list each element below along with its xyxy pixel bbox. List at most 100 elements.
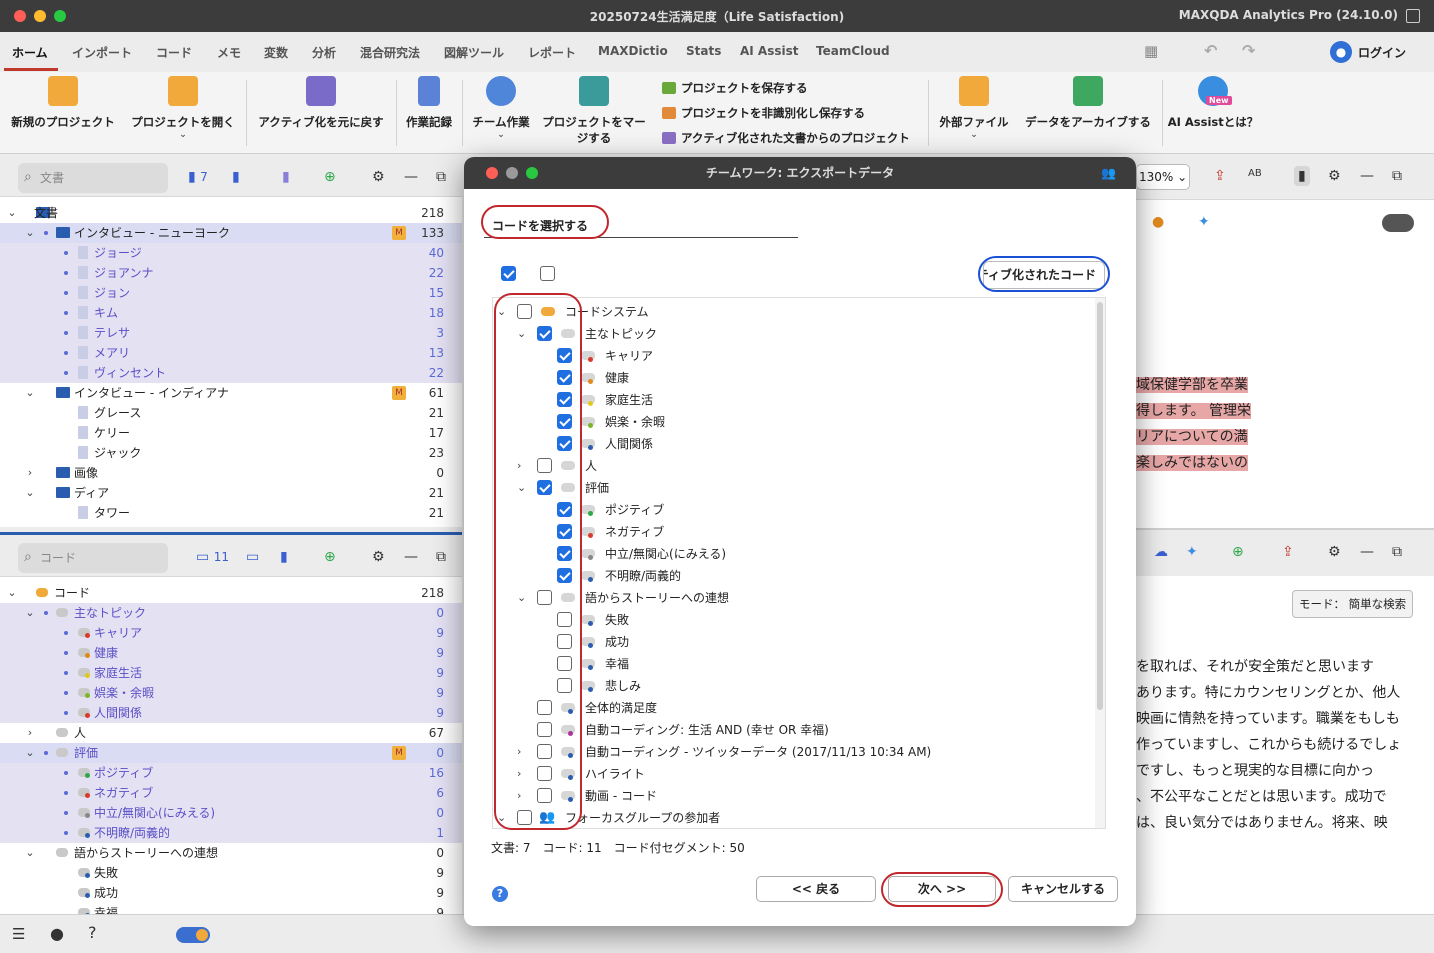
- activation-dot-icon[interactable]: [64, 291, 68, 295]
- code-select-row[interactable]: › ハイライト: [493, 763, 1093, 785]
- undo-icon[interactable]: ↶: [1204, 41, 1217, 60]
- uncheck-all-checkbox[interactable]: [540, 266, 555, 281]
- ai-assist-info-button[interactable]: New AI Assistとは？: [1166, 76, 1260, 130]
- popout-icon[interactable]: ⧉: [436, 169, 446, 185]
- document-tree-row[interactable]: ジャック 23: [0, 443, 462, 463]
- activation-dot-icon[interactable]: [64, 311, 68, 315]
- activation-dot-icon[interactable]: [64, 831, 68, 835]
- code-select-row[interactable]: ネガティブ: [493, 521, 1093, 543]
- code-select-row[interactable]: ポジティブ: [493, 499, 1093, 521]
- code-select-row[interactable]: 幸福: [493, 653, 1093, 675]
- document-search-input[interactable]: 文書: [18, 162, 168, 193]
- minimize-icon[interactable]: —: [1360, 544, 1374, 560]
- new-code-icon[interactable]: ▭: [246, 549, 259, 565]
- document-tree-row[interactable]: テレサ 3: [0, 323, 462, 343]
- chevron-right-icon[interactable]: ›: [24, 723, 36, 743]
- gear-icon[interactable]: ⚙: [372, 549, 385, 565]
- memo-badge[interactable]: M: [392, 226, 406, 240]
- code-tree-row[interactable]: 人間関係 9: [0, 703, 462, 723]
- save-anonymized-button[interactable]: プロジェクトを非識別化し保存する: [662, 105, 865, 121]
- tab-variables[interactable]: 変数: [264, 44, 288, 61]
- minimize-icon[interactable]: —: [1360, 168, 1374, 184]
- export-icon[interactable]: ⇪: [1214, 168, 1226, 184]
- new-project-button[interactable]: 新規のプロジェクト: [8, 76, 118, 130]
- chevron-down-icon[interactable]: ⌄: [24, 743, 36, 763]
- code-select-row[interactable]: 家庭生活: [493, 389, 1093, 411]
- tab-analysis[interactable]: 分析: [312, 44, 336, 61]
- archive-data-button[interactable]: データをアーカイブする: [1018, 76, 1158, 130]
- chevron-down-icon[interactable]: ⌄: [6, 583, 18, 603]
- export-icon[interactable]: ⇪: [1282, 544, 1294, 560]
- document-tree-row[interactable]: ジョン 15: [0, 283, 462, 303]
- code-tree-row[interactable]: ⌄ 評価 M 0: [0, 743, 462, 763]
- coded-text-line[interactable]: 楽しみではないの: [1136, 455, 1248, 471]
- help-icon[interactable]: ?: [88, 923, 97, 942]
- document-tree-row[interactable]: ケリー 17: [0, 423, 462, 443]
- layout-icon[interactable]: ▦: [1144, 42, 1158, 60]
- code-tree-row[interactable]: 娯楽・余暇 9: [0, 683, 462, 703]
- activation-dot-icon[interactable]: [64, 251, 68, 255]
- settings-sliders-icon[interactable]: ☰: [12, 925, 25, 943]
- code-select-row[interactable]: ⌄ 👥 フォーカスグループの参加者: [493, 807, 1093, 828]
- document-tree-row[interactable]: ジョアンナ 22: [0, 263, 462, 283]
- save-project-button[interactable]: プロジェクトを保存する: [662, 80, 808, 96]
- activation-dot-icon[interactable]: [64, 671, 68, 675]
- document-tree-row[interactable]: ジョージ 40: [0, 243, 462, 263]
- cloud-icon[interactable]: ☁: [1154, 544, 1168, 560]
- code-select-row[interactable]: › 動画 - コード: [493, 785, 1093, 807]
- document-tree-row[interactable]: ⌄ 文書 218: [0, 203, 462, 223]
- ai-icon[interactable]: ✦: [1198, 214, 1210, 230]
- chevron-down-icon[interactable]: ⌄: [24, 223, 36, 243]
- document-tree-row[interactable]: › 画像 0: [0, 463, 462, 483]
- tab-visual-tools[interactable]: 図解ツール: [444, 44, 504, 61]
- tab-reports[interactable]: レポート: [528, 44, 576, 61]
- activation-dot-icon[interactable]: [64, 331, 68, 335]
- teamwork-button[interactable]: チーム作業 ⌄: [468, 76, 534, 140]
- activation-dot-icon[interactable]: [64, 651, 68, 655]
- code-select-row[interactable]: 不明瞭/両義的: [493, 565, 1093, 587]
- code-select-row[interactable]: ⌄ 主なトピック: [493, 323, 1093, 345]
- coded-text-line[interactable]: 域保健学部を卒業: [1136, 377, 1248, 393]
- activation-dot-icon[interactable]: [64, 811, 68, 815]
- code-document-icon[interactable]: ▮: [280, 549, 288, 565]
- code-select-row[interactable]: 悲しみ: [493, 675, 1093, 697]
- code-tree-row[interactable]: 家庭生活 9: [0, 663, 462, 683]
- gear-icon[interactable]: ⚙: [372, 169, 385, 185]
- dialog-close-button[interactable]: [486, 167, 498, 179]
- minimize-icon[interactable]: —: [404, 549, 418, 565]
- code-tree-row[interactable]: 中立/無関心(にみえる) 0: [0, 803, 462, 823]
- code-tree-row[interactable]: › 人 67: [0, 723, 462, 743]
- project-from-active-button[interactable]: アクティブ化された文書からのプロジェクト: [662, 130, 910, 146]
- activation-dot-icon[interactable]: [64, 371, 68, 375]
- activation-dot-icon[interactable]: [44, 231, 48, 235]
- code-tree-row[interactable]: ⌄ コード 218: [0, 583, 462, 603]
- chevron-down-icon[interactable]: ⌄: [24, 603, 36, 623]
- document-tree-row[interactable]: ⌄ インタビュー - ニューヨーク M 133: [0, 223, 462, 243]
- popout-icon[interactable]: ⧉: [436, 549, 446, 565]
- chevron-down-icon[interactable]: ⌄: [24, 843, 36, 863]
- document-tree-row[interactable]: タワー 21: [0, 503, 462, 523]
- gear-icon[interactable]: ⚙: [1328, 544, 1341, 560]
- code-select-row[interactable]: 成功: [493, 631, 1093, 653]
- add-code-icon[interactable]: ⊕: [1232, 544, 1244, 560]
- open-project-button[interactable]: プロジェクトを開く ⌄: [128, 76, 238, 140]
- code-tree-row[interactable]: 不明瞭/両義的 1: [0, 823, 462, 843]
- code-tree-row[interactable]: ⌄ 主なトピック 0: [0, 603, 462, 623]
- code-select-row[interactable]: 健康: [493, 367, 1093, 389]
- back-button[interactable]: << 戻る: [756, 876, 876, 902]
- code-select-row[interactable]: 人間関係: [493, 433, 1093, 455]
- external-files-button[interactable]: 外部ファイル ⌄: [934, 76, 1014, 140]
- documents-icon[interactable]: ▮ 7: [188, 169, 208, 185]
- gear-icon[interactable]: ⚙: [1328, 168, 1341, 184]
- tab-import[interactable]: インポート: [72, 44, 132, 61]
- redo-icon[interactable]: ↷: [1242, 41, 1255, 60]
- coded-text-line[interactable]: リアについての満: [1136, 429, 1248, 445]
- code-tree-row[interactable]: キャリア 9: [0, 623, 462, 643]
- tab-ai-assist[interactable]: AI Assist: [740, 44, 799, 58]
- coded-text-line[interactable]: 得します。 管理栄: [1136, 403, 1252, 419]
- code-select-row[interactable]: ⌄ 評価: [493, 477, 1093, 499]
- popout-icon[interactable]: ⧉: [1392, 168, 1402, 184]
- code-tree-row[interactable]: ネガティブ 6: [0, 783, 462, 803]
- search-mode-select[interactable]: モード： 簡単な検索: [1292, 590, 1414, 618]
- chevron-down-icon[interactable]: ⌄: [24, 483, 36, 503]
